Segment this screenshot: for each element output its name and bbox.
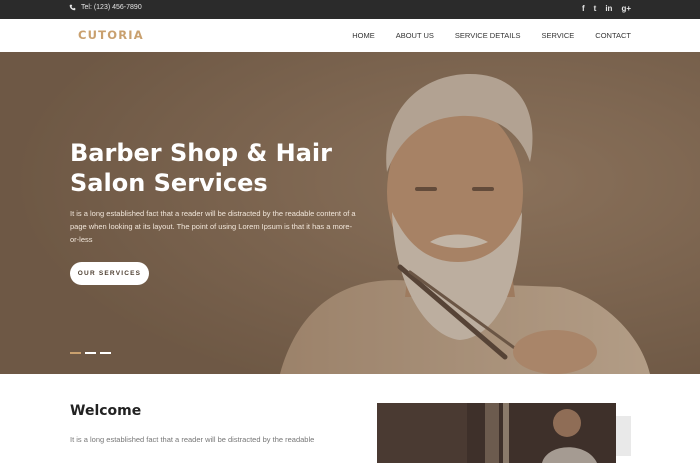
phone-text: Tel: (123) 456-7890	[81, 4, 142, 11]
our-services-button[interactable]: OUR SERVICES	[70, 262, 149, 285]
welcome-image	[377, 403, 616, 463]
hero-title-line-1: Barber Shop & Hair	[70, 139, 332, 167]
phone-info: Tel: (123) 456-7890	[69, 4, 142, 11]
nav-service-details[interactable]: SERVICE DETAILS	[455, 31, 521, 40]
navbar: CUTORIA HOME ABOUT US SERVICE DETAILS SE…	[0, 19, 700, 52]
nav-about-us[interactable]: ABOUT US	[396, 31, 434, 40]
slider-dot-3[interactable]	[100, 352, 111, 354]
facebook-icon[interactable]: f	[582, 4, 585, 14]
welcome-text: It is a long established fact that a rea…	[70, 435, 315, 444]
nav-home[interactable]: HOME	[352, 31, 375, 40]
hero-description: It is a long established fact that a rea…	[70, 209, 356, 244]
twitter-icon[interactable]: t	[594, 4, 597, 14]
slider-dots	[70, 352, 111, 354]
nav-service[interactable]: SERVICE	[542, 31, 575, 40]
welcome-image-art	[377, 403, 616, 463]
nav-contact[interactable]: CONTACT	[595, 31, 631, 40]
google-plus-icon[interactable]: g+	[621, 4, 631, 14]
hero-title: Barber Shop & Hair Salon Services	[70, 138, 370, 198]
social-links: f t in g+	[582, 4, 631, 14]
slider-dot-2[interactable]	[85, 352, 96, 354]
site-logo[interactable]: CUTORIA	[78, 28, 144, 42]
top-bar: Tel: (123) 456-7890 f t in g+	[0, 0, 700, 19]
welcome-heading: Welcome	[70, 403, 142, 419]
main-nav: HOME ABOUT US SERVICE DETAILS SERVICE CO…	[352, 31, 631, 40]
phone-icon	[69, 4, 76, 11]
hero-banner: Barber Shop & Hair Salon Services It is …	[0, 52, 700, 374]
linkedin-icon[interactable]: in	[605, 4, 612, 14]
hero-title-line-2: Salon Services	[70, 169, 268, 197]
slider-dot-1[interactable]	[70, 352, 81, 354]
